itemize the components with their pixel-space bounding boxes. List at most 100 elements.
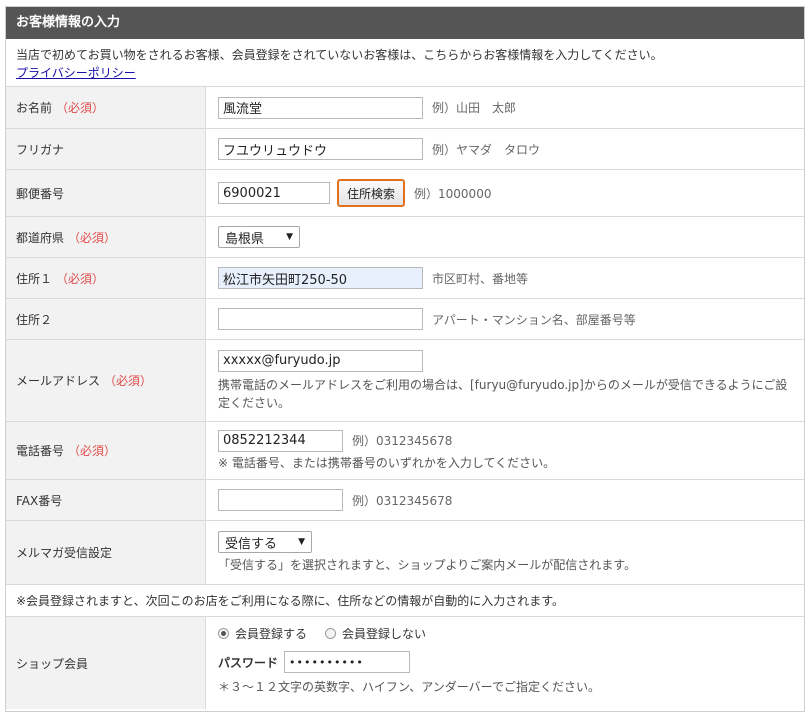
row-name: お名前（必須） 例）山田 太郎 <box>6 87 804 129</box>
row-membership: ショップ会員 会員登録する 会員登録しない パスワード ＊３～１２文字の英数字、… <box>6 617 804 709</box>
fax-hint: 例）0312345678 <box>352 493 453 508</box>
prefecture-select[interactable]: 島根県 ▼ <box>218 226 300 248</box>
row-postal: 郵便番号 住所検索 例）1000000 <box>6 170 804 217</box>
dropdown-arrow-icon: ▼ <box>286 232 293 242</box>
label-address1: 住所１ （必須） <box>6 258 206 298</box>
label-fax-text: FAX番号 <box>16 493 63 508</box>
phone-input[interactable] <box>218 429 343 452</box>
required-mark: （必須） <box>56 271 105 286</box>
newsletter-selected: 受信する <box>225 536 278 552</box>
radio-unselected-icon[interactable] <box>325 628 337 639</box>
value-address2: アパート・マンション名、部屋番号等 <box>206 299 804 339</box>
row-phone: 電話番号（必須） 例）0312345678 ※ 電話番号、または携帯番号のいずれ… <box>6 422 804 480</box>
membership-radio-group: 会員登録する 会員登録しない <box>218 625 804 642</box>
fax-line: 例）0312345678 <box>218 489 804 511</box>
newsletter-select[interactable]: 受信する ▼ <box>218 531 312 553</box>
row-fax: FAX番号 例）0312345678 <box>6 480 804 521</box>
password-line: パスワード <box>218 651 804 673</box>
phone-line: 例）0312345678 <box>218 429 804 452</box>
label-fax: FAX番号 <box>6 480 206 520</box>
kana-hint: 例）ヤマダ タロウ <box>432 142 541 157</box>
name-hint: 例）山田 太郎 <box>432 101 517 115</box>
label-phone: 電話番号 （必須） <box>6 422 206 479</box>
newsletter-line: 受信する ▼ <box>218 531 804 553</box>
kana-input[interactable] <box>218 138 423 160</box>
value-postal: 住所検索 例）1000000 <box>206 170 804 216</box>
form-title: お客様情報の入力 <box>6 7 804 39</box>
label-email: メールアドレス （必須） <box>6 340 206 421</box>
radio-register-label: 会員登録する <box>235 627 308 641</box>
password-note: ＊３～１２文字の英数字、ハイフン、アンダーバーでご指定ください。 <box>218 680 600 694</box>
privacy-policy-link[interactable]: プライバシーポリシー <box>16 66 136 80</box>
label-newsletter: メルマガ受信設定 <box>6 521 206 584</box>
label-phone-text: 電話番号 <box>16 444 65 458</box>
row-address2: 住所２ アパート・マンション名、部屋番号等 <box>6 299 804 340</box>
value-address1: 市区町村、番地等 <box>206 258 804 298</box>
kana-line: 例）ヤマダ タロウ <box>218 138 804 160</box>
name-input[interactable] <box>218 96 423 119</box>
postal-line: 住所検索 例）1000000 <box>218 179 804 207</box>
required-mark: （必須） <box>56 101 105 115</box>
fax-input[interactable] <box>218 489 343 511</box>
email-input[interactable] <box>218 349 423 372</box>
value-prefecture: 島根県 ▼ <box>206 217 804 257</box>
value-kana: 例）ヤマダ タロウ <box>206 129 804 169</box>
phone-note: ※ 電話番号、または携帯番号のいずれかを入力してください。 <box>218 455 556 470</box>
row-email: メールアドレス（必須） 携帯電話のメールアドレスをご利用の場合は、[furyu@… <box>6 340 804 422</box>
label-prefecture: 都道府県 （必須） <box>6 217 206 257</box>
address1-hint: 市区町村、番地等 <box>432 271 529 286</box>
password-label: パスワード <box>218 655 279 670</box>
name-line: 例）山田 太郎 <box>218 96 804 119</box>
required-mark: （必須） <box>68 230 117 245</box>
intro-section: 当店で初めてお買い物をされるお客様、会員登録をされていないお客様は、こちらからお… <box>6 39 804 87</box>
row-newsletter: メルマガ受信設定 受信する ▼ 「受信する」を選択されますと、ショップよりご案内… <box>6 521 804 585</box>
label-kana-text: フリガナ <box>16 142 65 157</box>
member-notice-text: ※会員登録されますと、次回このお店をご利用になる際に、住所などの情報が自動的に入… <box>16 594 565 608</box>
label-address2: 住所２ <box>6 299 206 339</box>
email-line <box>218 349 790 372</box>
value-email: 携帯電話のメールアドレスをご利用の場合は、[furyu@furyudo.jp]か… <box>206 340 804 421</box>
label-name-text: お名前 <box>16 101 53 115</box>
value-fax: 例）0312345678 <box>206 480 804 520</box>
label-address2-text: 住所２ <box>16 312 53 327</box>
label-name: お名前 （必須） <box>6 87 206 128</box>
phone-hint: 例）0312345678 <box>352 434 453 448</box>
customer-info-form: お客様情報の入力 当店で初めてお買い物をされるお客様、会員登録をされていないお客… <box>5 6 805 712</box>
dropdown-arrow-icon: ▼ <box>298 537 305 547</box>
radio-selected-icon[interactable] <box>218 628 229 639</box>
required-mark: （必須） <box>104 374 153 388</box>
address2-input[interactable] <box>218 308 423 330</box>
newsletter-note: 「受信する」を選択されますと、ショップよりご案内メールが配信されます。 <box>218 558 637 572</box>
label-address1-text: 住所１ <box>16 271 53 286</box>
row-kana: フリガナ 例）ヤマダ タロウ <box>6 129 804 170</box>
password-input[interactable] <box>284 651 411 673</box>
prefecture-line: 島根県 ▼ <box>218 226 804 248</box>
address1-input[interactable] <box>218 267 423 289</box>
radio-no-register-label: 会員登録しない <box>342 627 427 641</box>
row-address1: 住所１（必須） 市区町村、番地等 <box>6 258 804 299</box>
required-mark: （必須） <box>68 444 117 458</box>
value-name: 例）山田 太郎 <box>206 87 804 128</box>
label-email-text: メールアドレス <box>16 374 101 388</box>
email-note: 携帯電話のメールアドレスをご利用の場合は、[furyu@furyudo.jp]か… <box>218 377 788 410</box>
prefecture-selected: 島根県 <box>225 231 265 247</box>
label-prefecture-text: 都道府県 <box>16 230 65 245</box>
intro-text: 当店で初めてお買い物をされるお客様、会員登録をされていないお客様は、こちらからお… <box>16 48 663 62</box>
label-postal: 郵便番号 <box>6 170 206 216</box>
row-prefecture: 都道府県 （必須） 島根県 ▼ <box>6 217 804 258</box>
address-search-button[interactable]: 住所検索 <box>337 179 406 207</box>
label-membership: ショップ会員 <box>6 617 206 709</box>
label-postal-text: 郵便番号 <box>16 186 65 201</box>
value-phone: 例）0312345678 ※ 電話番号、または携帯番号のいずれかを入力してくださ… <box>206 422 804 479</box>
address2-hint: アパート・マンション名、部屋番号等 <box>432 312 636 327</box>
label-kana: フリガナ <box>6 129 206 169</box>
label-newsletter-text: メルマガ受信設定 <box>16 546 113 560</box>
radio-register[interactable]: 会員登録する <box>218 625 307 642</box>
postal-code-input[interactable] <box>218 182 330 204</box>
address2-line: アパート・マンション名、部屋番号等 <box>218 308 804 330</box>
radio-no-register[interactable]: 会員登録しない <box>325 625 426 642</box>
member-notice: ※会員登録されますと、次回このお店をご利用になる際に、住所などの情報が自動的に入… <box>6 585 804 617</box>
postal-hint: 例）1000000 <box>414 186 492 201</box>
label-membership-text: ショップ会員 <box>16 656 89 671</box>
value-newsletter: 受信する ▼ 「受信する」を選択されますと、ショップよりご案内メールが配信されま… <box>206 521 804 584</box>
